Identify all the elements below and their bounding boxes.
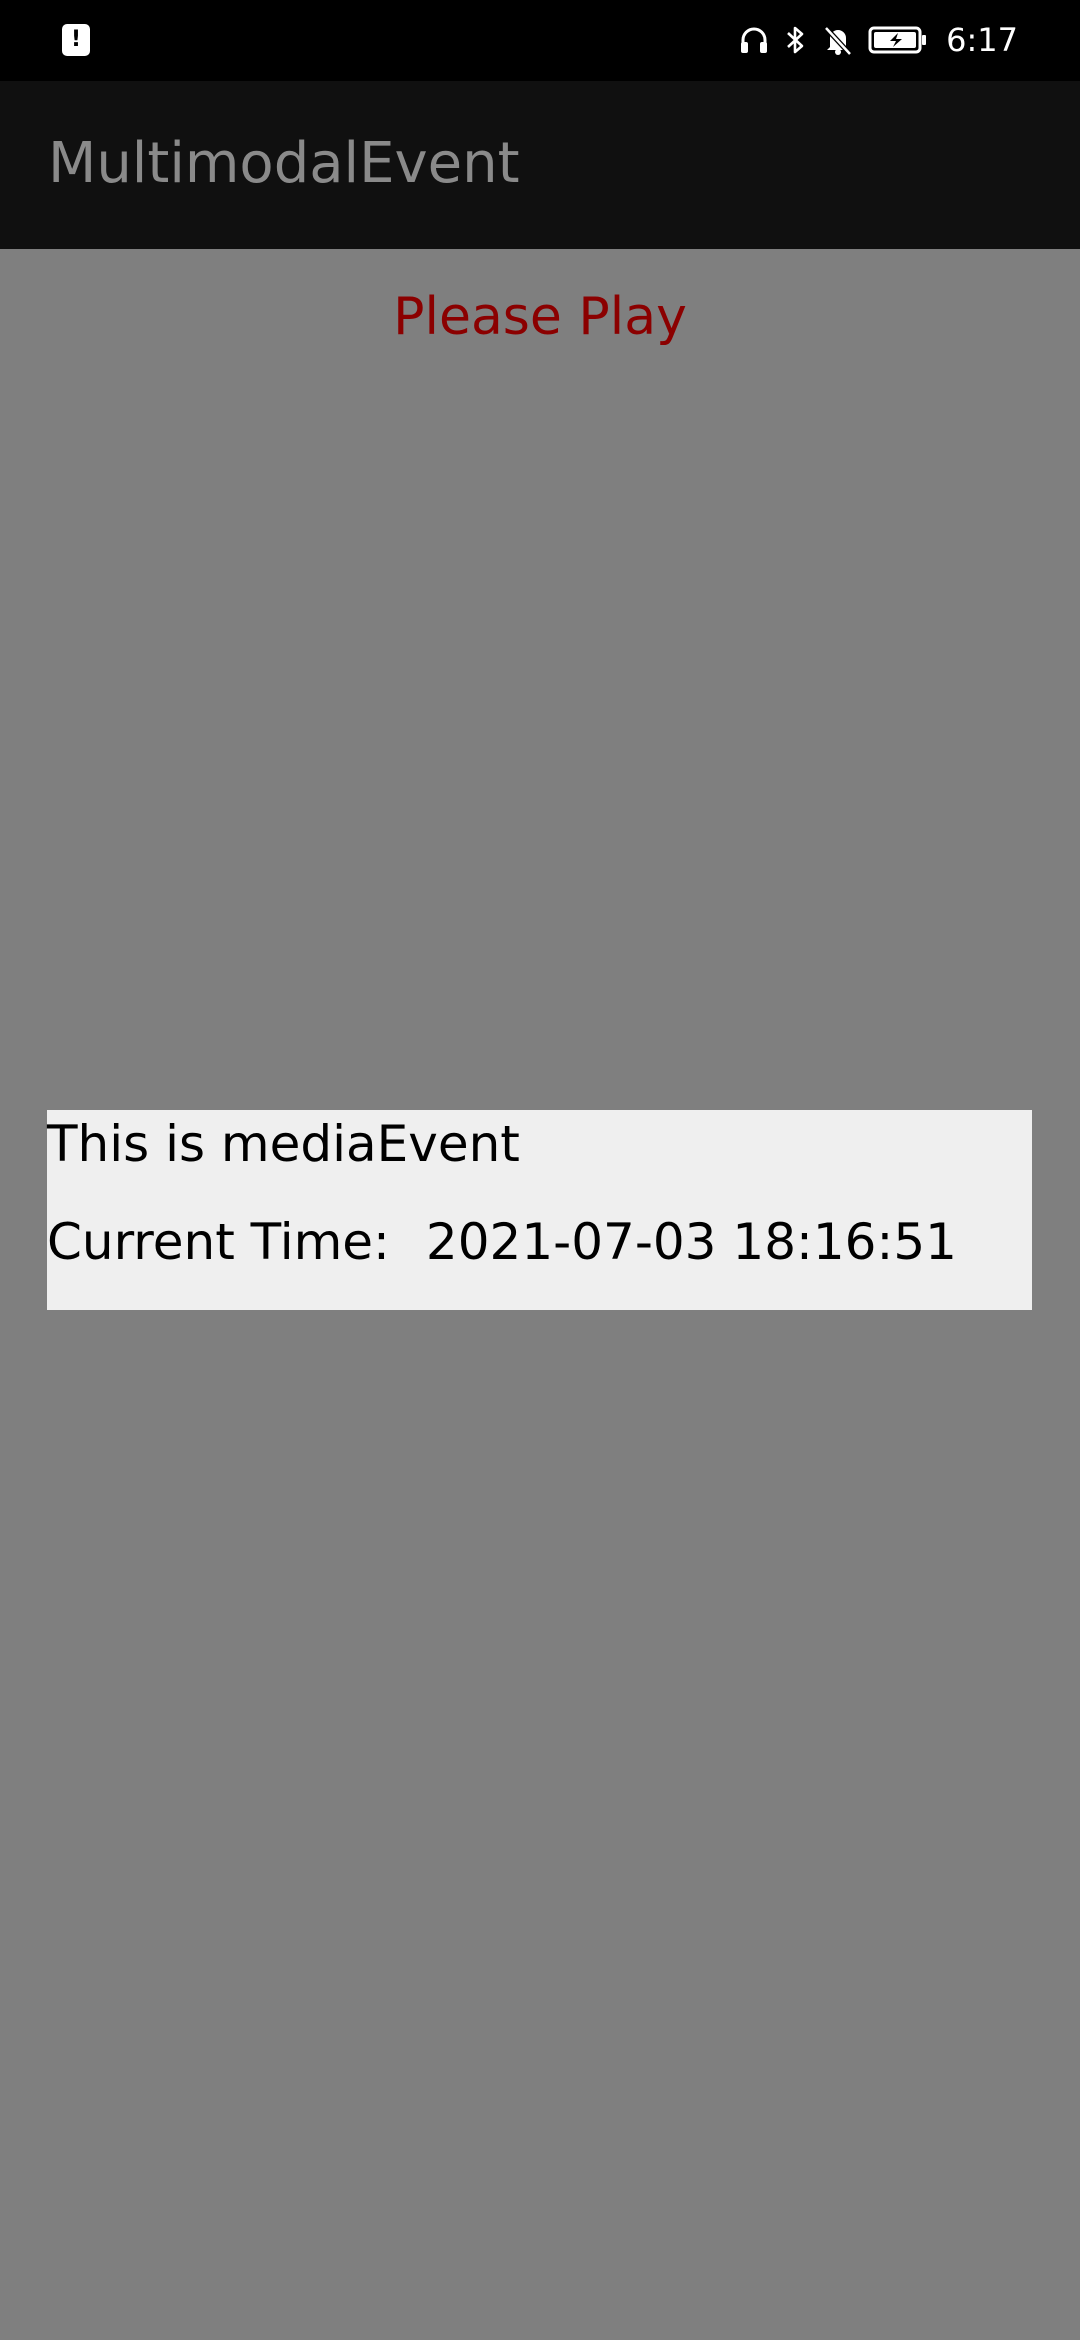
current-time-value: 2021-07-03 18:16:51 <box>425 1213 957 1271</box>
please-play-text[interactable]: Please Play <box>0 287 1080 347</box>
media-event-label: This is mediaEvent <box>47 1115 520 1173</box>
status-icons: 6:17 <box>738 16 1018 64</box>
current-time-row: Current Time: 2021-07-03 18:16:51 <box>47 1213 957 1271</box>
headphones-icon <box>738 24 770 56</box>
bluetooth-icon <box>784 23 808 57</box>
status-bar: ! 6:17 <box>0 0 1080 81</box>
app-title: MultimodalEvent <box>48 131 520 196</box>
status-time: 6:17 <box>946 21 1018 59</box>
battery-charging-icon <box>868 24 928 56</box>
alert-icon: ! <box>62 24 90 56</box>
main-content: Please Play This is mediaEvent Current T… <box>0 249 1080 2340</box>
current-time-label: Current Time: <box>47 1213 390 1271</box>
bell-muted-icon <box>822 24 854 56</box>
media-event-panel: This is mediaEvent Current Time: 2021-07-… <box>47 1110 1032 1310</box>
app-bar: MultimodalEvent <box>0 81 1080 249</box>
